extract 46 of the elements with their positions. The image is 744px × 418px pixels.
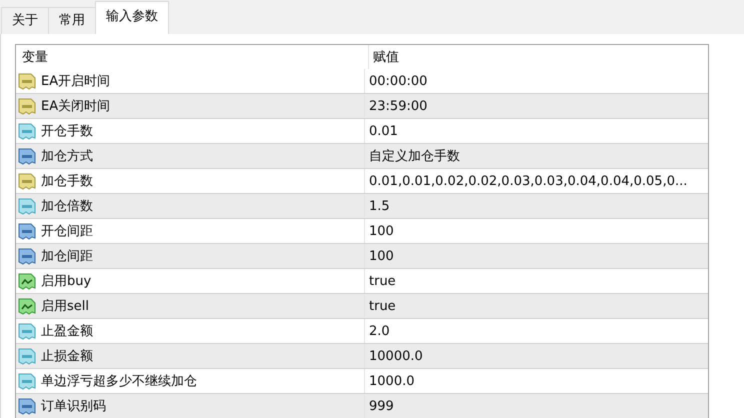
parameter-value[interactable]: 23:59:00 [369, 98, 428, 114]
string-type-icon [18, 172, 36, 190]
tab[interactable]: 输入参数 [95, 1, 169, 34]
parameter-name: EA开启时间 [41, 73, 110, 90]
parameter-value[interactable]: 999 [369, 398, 394, 414]
double-type-icon [18, 122, 36, 140]
int-type-icon [18, 147, 36, 165]
double-type-icon [18, 347, 36, 365]
parameter-value[interactable]: 自定义加仓手数 [369, 147, 460, 165]
parameter-value[interactable]: 0.01,0.01,0.02,0.02,0.03,0.03,0.04,0.04,0.05,0... [369, 174, 688, 188]
double-type-icon [18, 372, 36, 390]
parameter-value[interactable]: 2.0 [369, 324, 390, 338]
bool-type-icon [18, 272, 36, 290]
double-type-icon [18, 197, 36, 215]
tab[interactable]: 关于 [1, 7, 49, 34]
parameter-name: 加仓手数 [41, 173, 93, 190]
double-type-icon [18, 322, 36, 340]
column-header: 赋值 [373, 49, 399, 66]
parameter-name: 止损金额 [41, 348, 93, 365]
int-type-icon [18, 247, 36, 265]
parameter-value[interactable]: 0.01 [369, 124, 398, 138]
parameter-name: EA关闭时间 [41, 98, 110, 115]
parameter-name: 单边浮亏超多少不继续加仓 [41, 373, 197, 390]
parameter-value[interactable]: 1000.0 [369, 374, 414, 388]
parameter-name: 启用buy [41, 273, 92, 290]
parameter-value[interactable]: 1.5 [369, 198, 390, 214]
parameter-value[interactable]: true [369, 298, 396, 314]
parameter-name: 订单识别码 [41, 398, 106, 415]
parameter-value[interactable]: 100 [369, 224, 394, 238]
parameter-value[interactable]: true [369, 274, 396, 288]
parameter-name: 加仓间距 [41, 248, 93, 265]
parameter-name: 开仓间距 [41, 223, 93, 240]
int-type-icon [18, 222, 36, 240]
parameter-value[interactable]: 10000.0 [369, 348, 423, 364]
parameter-value[interactable]: 100 [369, 248, 394, 264]
parameter-name: 加仓倍数 [41, 198, 93, 215]
parameter-name: 止盈金额 [41, 323, 93, 340]
int-type-icon [18, 397, 36, 415]
column-header: 变量 [22, 49, 48, 66]
parameter-name: 加仓方式 [41, 148, 93, 165]
parameter-name: 启用sell [41, 298, 89, 315]
parameter-value[interactable]: 00:00:00 [369, 74, 428, 88]
parameter-name: 开仓手数 [41, 123, 93, 140]
string-type-icon [18, 97, 36, 115]
string-type-icon [18, 72, 36, 90]
bool-type-icon [18, 297, 36, 315]
